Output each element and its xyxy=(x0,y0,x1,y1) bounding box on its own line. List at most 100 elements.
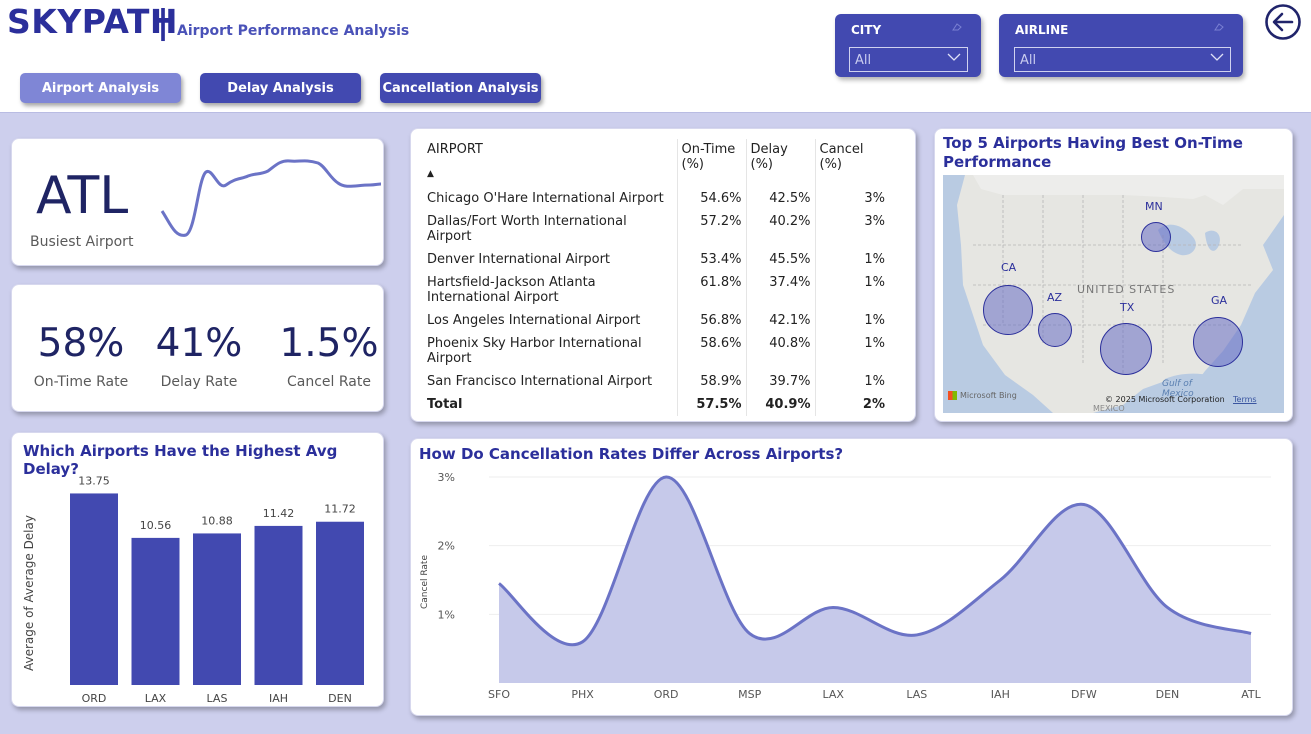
avg-delay-chart-card[interactable]: Which Airports Have the Highest Avg Dela… xyxy=(11,432,384,707)
cell-on-time: 54.6% xyxy=(676,187,746,210)
cell-airport: Los Angeles International Airport xyxy=(427,313,641,328)
cell-on-time: 58.9% xyxy=(676,370,746,393)
cancellation-rate-chart-card[interactable]: How Do Cancellation Rates Differ Across … xyxy=(410,438,1293,716)
page-subtitle: Airport Performance Analysis xyxy=(177,23,410,39)
area-chart-y-tick: 3% xyxy=(438,471,455,484)
city-dropdown[interactable]: All xyxy=(849,47,968,72)
city-dropdown-value: All xyxy=(855,53,872,68)
bar-data-label: 10.88 xyxy=(201,514,233,527)
on-time-rate-value: 58% xyxy=(37,321,125,366)
nav-label: Cancellation Analysis xyxy=(382,80,539,96)
best-on-time-map-card[interactable]: Top 5 Airports Having Best On-Time Perfo… xyxy=(934,128,1293,422)
airport-performance-table-card[interactable]: AIRPORT ▲ On-Time (%) Delay (%) Cancel (… xyxy=(410,128,916,422)
cell-airport: Denver International Airport xyxy=(427,252,611,267)
map-bubble-ca[interactable] xyxy=(983,285,1033,335)
bar-chart-y-axis-label: Average of Average Delay xyxy=(22,515,36,671)
map-terms-link[interactable]: Terms xyxy=(1233,395,1257,404)
table-row[interactable]: San Francisco International Airport 58.9%… xyxy=(423,370,889,393)
clear-selection-icon[interactable] xyxy=(951,22,963,32)
busiest-airport-card[interactable]: ATL Busiest Airport xyxy=(11,138,384,266)
table-row[interactable]: Hartsfield-Jackson Atlanta International… xyxy=(423,271,889,309)
map-country-label: UNITED STATES xyxy=(1077,283,1176,296)
cell-airport: Total xyxy=(427,397,463,412)
map-bubble-ga[interactable] xyxy=(1193,317,1243,367)
bar-lax[interactable] xyxy=(131,537,180,685)
cell-on-time: 58.6% xyxy=(676,332,746,370)
nav-delay-analysis-button[interactable]: Delay Analysis xyxy=(200,73,361,103)
sort-ascending-icon[interactable]: ▲ xyxy=(427,169,673,179)
cell-cancel: 3% xyxy=(814,210,889,248)
area-chart-plot[interactable]: 1% 2% 3% SFO PHX ORD MSP LAX LAS IAH DFW DEN ATL xyxy=(411,439,1294,717)
bar-chart-plot[interactable]: 13.75 ORD 10.56 LAX 10.88 LAS 11.42 IAH 11.72 DEN xyxy=(42,463,377,703)
brand-title: SKYPATH xyxy=(7,2,178,41)
cell-cancel: 1% xyxy=(814,309,889,332)
map-bubble-label: CA xyxy=(1001,261,1017,274)
microsoft-logo-icon xyxy=(948,391,957,400)
column-header-on-time[interactable]: On-Time (%) xyxy=(676,139,746,187)
cell-on-time: 57.2% xyxy=(676,210,746,248)
bar-las[interactable] xyxy=(193,533,241,685)
cell-on-time: 57.5% xyxy=(676,393,746,416)
bar-ord[interactable] xyxy=(70,493,118,685)
airport-performance-table: AIRPORT ▲ On-Time (%) Delay (%) Cancel (… xyxy=(423,139,889,416)
column-header-airport[interactable]: AIRPORT ▲ xyxy=(423,139,677,187)
area-chart-x-label: SFO xyxy=(488,688,510,701)
nav-label: Airport Analysis xyxy=(41,80,160,96)
table-row[interactable]: Los Angeles International Airport 56.8% 42… xyxy=(423,309,889,332)
area-chart-x-label: ATL xyxy=(1241,688,1261,701)
cell-airport: San Francisco International Airport xyxy=(427,374,653,389)
bar-data-label: 13.75 xyxy=(78,474,110,487)
bar-data-label: 11.42 xyxy=(263,507,295,520)
back-arrow-icon[interactable] xyxy=(1264,3,1302,41)
brand-separator: | xyxy=(157,2,170,41)
area-chart-x-label: DFW xyxy=(1071,688,1097,701)
cell-cancel: 1% xyxy=(814,271,889,309)
nav-label: Delay Analysis xyxy=(227,80,334,96)
area-chart-x-label: LAX xyxy=(822,688,844,701)
airline-dropdown[interactable]: All xyxy=(1014,47,1231,72)
table-row[interactable]: Chicago O'Hare International Airport 54.6… xyxy=(423,187,889,210)
cell-delay: 45.5% xyxy=(745,248,815,271)
map-bubble-label: GA xyxy=(1211,294,1228,307)
bar-iah[interactable] xyxy=(254,525,303,685)
bar-category-label: LAX xyxy=(145,692,167,703)
clear-selection-icon[interactable] xyxy=(1213,22,1225,32)
table-row[interactable]: Phoenix Sky Harbor International Airport… xyxy=(423,332,889,370)
cell-cancel: 1% xyxy=(814,248,889,271)
map-bubble-label: MN xyxy=(1145,200,1163,213)
column-header-cancel[interactable]: Cancel (%) xyxy=(814,139,889,187)
map-bubble-az[interactable] xyxy=(1038,313,1072,347)
column-header-delay[interactable]: Delay (%) xyxy=(745,139,815,187)
area-chart-x-label: PHX xyxy=(571,688,594,701)
table-total-row[interactable]: Total 57.5% 40.9% 2% xyxy=(423,393,889,416)
map-bubble-tx[interactable] xyxy=(1100,323,1152,375)
column-header-label: AIRPORT xyxy=(427,142,483,157)
cell-cancel: 3% xyxy=(814,187,889,210)
cell-on-time: 56.8% xyxy=(676,309,746,332)
busiest-airport-label: Busiest Airport xyxy=(30,234,134,250)
busiest-airport-sparkline xyxy=(160,159,382,237)
bar-category-label: LAS xyxy=(207,692,228,703)
area-chart-fill xyxy=(499,476,1251,683)
area-chart-y-tick: 2% xyxy=(438,540,455,553)
cell-airport: Hartsfield-Jackson Atlanta International… xyxy=(427,275,596,305)
bar-den[interactable] xyxy=(316,521,364,685)
nav-cancellation-analysis-button[interactable]: Cancellation Analysis xyxy=(380,73,541,103)
filled-map[interactable]: UNITED STATES Gulf of Mexico MEXICO MN C… xyxy=(943,175,1284,413)
area-chart-x-label: DEN xyxy=(1156,688,1180,701)
cell-on-time: 53.4% xyxy=(676,248,746,271)
map-bubble-mn[interactable] xyxy=(1141,222,1171,252)
kpi-rates-card[interactable]: 58% On-Time Rate 41% Delay Rate 1.5% Can… xyxy=(11,284,384,412)
chevron-down-icon xyxy=(947,53,961,61)
bar-category-label: IAH xyxy=(269,692,288,703)
cell-delay: 40.9% xyxy=(745,393,815,416)
table-row[interactable]: Dallas/Fort Worth International Airport 5… xyxy=(423,210,889,248)
map-mexico-label: MEXICO xyxy=(1093,404,1125,413)
cell-cancel: 1% xyxy=(814,332,889,370)
cell-cancel: 1% xyxy=(814,370,889,393)
bing-label: Microsoft Bing xyxy=(960,391,1017,400)
cell-delay: 42.1% xyxy=(745,309,815,332)
bar-data-label: 11.72 xyxy=(324,503,356,516)
nav-airport-analysis-button[interactable]: Airport Analysis xyxy=(20,73,181,103)
table-row[interactable]: Denver International Airport 53.4% 45.5% 1% xyxy=(423,248,889,271)
